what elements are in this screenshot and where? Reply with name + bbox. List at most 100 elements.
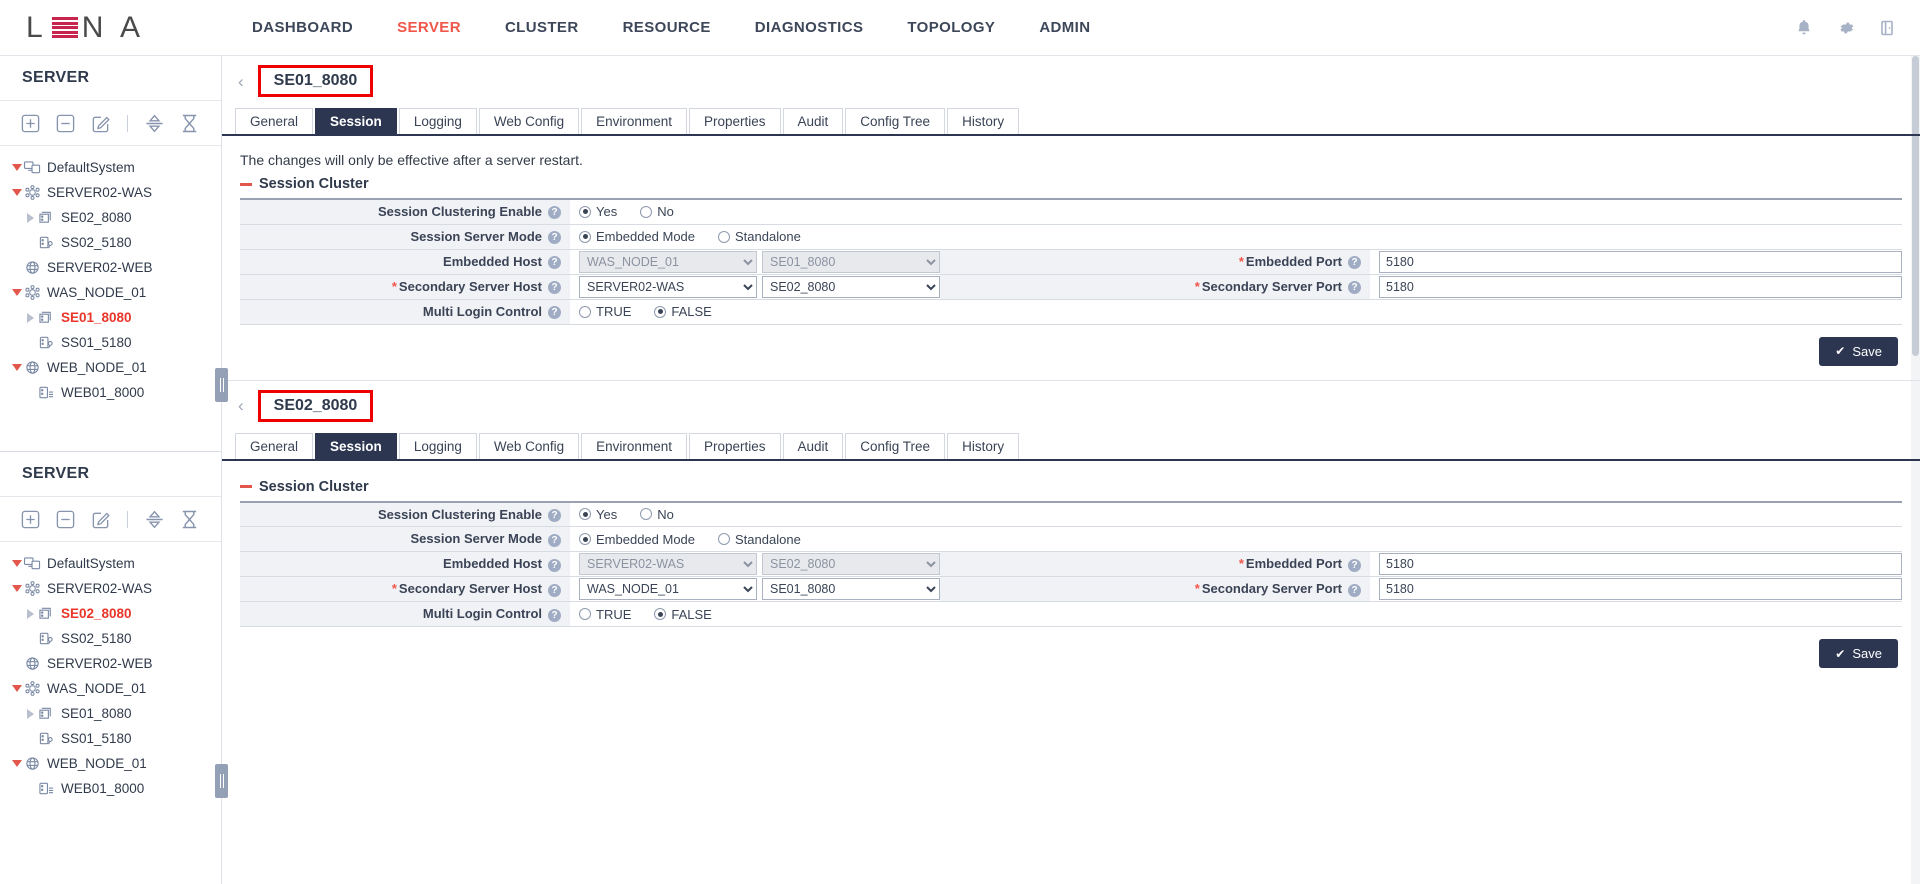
chevron-down-icon[interactable]: [10, 364, 23, 371]
clustering_enable-help-icon[interactable]: ?: [548, 509, 561, 522]
clustering_enable-option-no[interactable]: No: [640, 507, 674, 522]
secondary_host-host-select[interactable]: SERVER02-WASWAS_NODE_01: [579, 276, 757, 298]
sidebar-resize-handle[interactable]: [215, 764, 228, 798]
gear-icon[interactable]: [1836, 18, 1856, 38]
embedded_host-port-help-icon[interactable]: ?: [1348, 256, 1361, 269]
tab-properties[interactable]: Properties: [689, 433, 781, 459]
expand-all-icon[interactable]: [144, 509, 165, 530]
radio-indicator[interactable]: [579, 231, 591, 243]
server_mode-option-standalone[interactable]: Standalone: [718, 532, 801, 547]
tree-node-ss01-5180[interactable]: SS01_5180: [0, 330, 221, 355]
tab-history[interactable]: History: [947, 108, 1019, 134]
secondary_host-port-help-icon[interactable]: ?: [1348, 584, 1361, 597]
tree-node-defaultsystem[interactable]: DefaultSystem: [0, 551, 221, 576]
multi_login-option-true[interactable]: TRUE: [579, 607, 631, 622]
app-logo[interactable]: L N A: [0, 11, 230, 45]
radio-indicator[interactable]: [579, 306, 591, 318]
radio-indicator[interactable]: [718, 231, 730, 243]
tree-node-se01-8080[interactable]: SE01_8080: [0, 701, 221, 726]
tree-node-ss01-5180[interactable]: SS01_5180: [0, 726, 221, 751]
expand-all-icon[interactable]: [144, 113, 165, 134]
tab-web-config[interactable]: Web Config: [479, 433, 579, 459]
chevron-down-icon[interactable]: [10, 685, 23, 692]
tree-node-web01-8000[interactable]: WEB01_8000: [0, 380, 221, 405]
tree-node-was-node-01[interactable]: WAS_NODE_01: [0, 676, 221, 701]
nav-item-diagnostics[interactable]: DIAGNOSTICS: [733, 13, 886, 42]
remove-icon[interactable]: [55, 113, 76, 134]
chevron-down-icon[interactable]: [10, 164, 23, 171]
nav-item-resource[interactable]: RESOURCE: [601, 13, 733, 42]
secondary_host-host-select[interactable]: WAS_NODE_01SERVER02-WAS: [579, 578, 757, 600]
tab-history[interactable]: History: [947, 433, 1019, 459]
tab-config-tree[interactable]: Config Tree: [845, 108, 945, 134]
nav-item-topology[interactable]: TOPOLOGY: [885, 13, 1017, 42]
tree-node-server02-web[interactable]: SERVER02-WEB: [0, 255, 221, 280]
tab-web-config[interactable]: Web Config: [479, 108, 579, 134]
collapse-minus-icon[interactable]: [240, 485, 252, 488]
embedded_host-help-icon[interactable]: ?: [548, 559, 561, 572]
tab-general[interactable]: General: [235, 433, 313, 459]
secondary_host-help-icon[interactable]: ?: [548, 281, 561, 294]
nav-item-admin[interactable]: ADMIN: [1017, 13, 1112, 42]
multi_login-option-true[interactable]: TRUE: [579, 304, 631, 319]
nav-item-dashboard[interactable]: DASHBOARD: [230, 13, 375, 42]
remove-icon[interactable]: [55, 509, 76, 530]
server_mode-option-embedded-mode[interactable]: Embedded Mode: [579, 229, 695, 244]
chevron-down-icon[interactable]: [10, 289, 23, 296]
collapse-all-icon[interactable]: [179, 113, 200, 134]
save-button[interactable]: ✔Save: [1819, 639, 1898, 668]
tab-logging[interactable]: Logging: [399, 433, 477, 459]
chevron-left-icon[interactable]: ‹: [232, 397, 250, 414]
add-icon[interactable]: [20, 113, 41, 134]
embedded_host-port-help-icon[interactable]: ?: [1348, 559, 1361, 572]
radio-indicator[interactable]: [579, 508, 591, 520]
tree-node-web01-8000[interactable]: WEB01_8000: [0, 776, 221, 801]
chevron-right-icon[interactable]: [24, 213, 37, 223]
tree-node-se02-8080[interactable]: SE02_8080: [0, 205, 221, 230]
multi_login-help-icon[interactable]: ?: [548, 609, 561, 622]
multi_login-option-false[interactable]: FALSE: [654, 607, 711, 622]
chevron-down-icon[interactable]: [10, 585, 23, 592]
tree-node-se01-8080[interactable]: SE01_8080: [0, 305, 221, 330]
chevron-down-icon[interactable]: [10, 760, 23, 767]
tab-audit[interactable]: Audit: [783, 433, 844, 459]
tree-node-web-node-01[interactable]: WEB_NODE_01: [0, 751, 221, 776]
tab-environment[interactable]: Environment: [581, 108, 687, 134]
tree-node-server02-was[interactable]: SERVER02-WAS: [0, 180, 221, 205]
embedded_host-port-input[interactable]: [1379, 251, 1902, 273]
multi_login-option-false[interactable]: FALSE: [654, 304, 711, 319]
tree-node-ss02-5180[interactable]: SS02_5180: [0, 230, 221, 255]
server_mode-help-icon[interactable]: ?: [548, 231, 561, 244]
clustering_enable-option-yes[interactable]: Yes: [579, 204, 617, 219]
edit-icon[interactable]: [90, 113, 111, 134]
secondary_host-server-select[interactable]: SE01_8080SE02_8080: [762, 578, 940, 600]
chevron-right-icon[interactable]: [24, 609, 37, 619]
tree-node-server02-web[interactable]: SERVER02-WEB: [0, 651, 221, 676]
edit-icon[interactable]: [90, 509, 111, 530]
secondary_host-port-input[interactable]: [1379, 276, 1902, 298]
nav-item-cluster[interactable]: CLUSTER: [483, 13, 601, 42]
clustering_enable-option-yes[interactable]: Yes: [579, 507, 617, 522]
section-header[interactable]: Session Cluster: [222, 471, 1920, 501]
tab-config-tree[interactable]: Config Tree: [845, 433, 945, 459]
tab-audit[interactable]: Audit: [783, 108, 844, 134]
embedded_host-port-input[interactable]: [1379, 553, 1902, 575]
radio-indicator[interactable]: [654, 306, 666, 318]
tab-session[interactable]: Session: [315, 433, 397, 459]
radio-indicator[interactable]: [654, 608, 666, 620]
bell-icon[interactable]: [1794, 18, 1814, 38]
chevron-left-icon[interactable]: ‹: [232, 73, 250, 90]
chevron-down-icon[interactable]: [10, 189, 23, 196]
nav-item-server[interactable]: SERVER: [375, 13, 483, 42]
tree-node-web-node-01[interactable]: WEB_NODE_01: [0, 355, 221, 380]
radio-indicator[interactable]: [579, 206, 591, 218]
tree-node-defaultsystem[interactable]: DefaultSystem: [0, 155, 221, 180]
tree-node-se02-8080[interactable]: SE02_8080: [0, 601, 221, 626]
add-icon[interactable]: [20, 509, 41, 530]
server_mode-help-icon[interactable]: ?: [548, 534, 561, 547]
tab-logging[interactable]: Logging: [399, 108, 477, 134]
embedded_host-help-icon[interactable]: ?: [548, 256, 561, 269]
radio-indicator[interactable]: [579, 608, 591, 620]
server_mode-option-embedded-mode[interactable]: Embedded Mode: [579, 532, 695, 547]
tab-general[interactable]: General: [235, 108, 313, 134]
